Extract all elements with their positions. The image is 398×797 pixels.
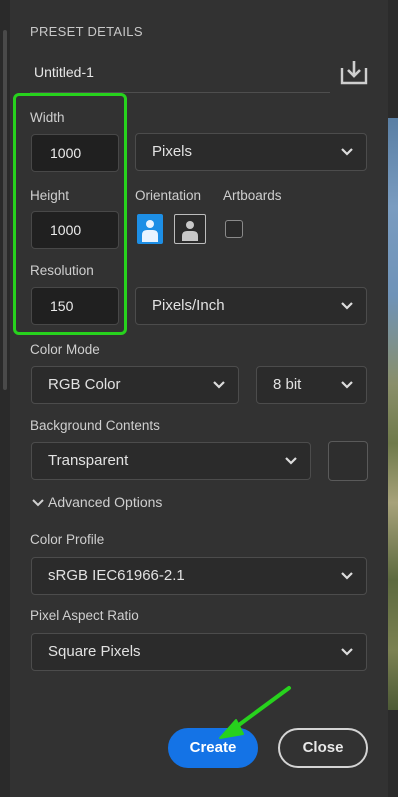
chevron-down-icon <box>341 302 353 310</box>
preset-name-field[interactable]: Untitled-1 <box>34 64 94 80</box>
chevron-down-icon <box>341 648 353 656</box>
canvas-preview-image <box>388 118 398 710</box>
pixel-aspect-ratio-value: Square Pixels <box>48 643 141 660</box>
left-scroll-strip <box>0 0 10 797</box>
preset-details-panel: PRESET DETAILS Untitled-1 Width 1000 Pix… <box>10 0 388 797</box>
portrait-icon <box>142 220 158 242</box>
chevron-down-icon <box>32 499 44 507</box>
chevron-down-icon <box>341 381 353 389</box>
dimensions-highlight-box <box>13 93 127 335</box>
width-unit-value: Pixels <box>152 143 193 160</box>
pixel-aspect-ratio-dropdown[interactable]: Square Pixels <box>31 633 367 671</box>
color-profile-dropdown[interactable]: sRGB IEC61966-2.1 <box>31 557 367 595</box>
advanced-options-toggle[interactable]: Advanced Options <box>32 494 162 510</box>
width-unit-dropdown[interactable]: Pixels <box>135 133 367 171</box>
background-contents-dropdown[interactable]: Transparent <box>31 442 311 480</box>
canvas-preview-strip <box>388 0 398 797</box>
chevron-down-icon <box>341 572 353 580</box>
color-mode-value: RGB Color <box>48 376 121 393</box>
orientation-label: Orientation <box>135 188 202 203</box>
landscape-icon <box>182 221 198 241</box>
close-button[interactable]: Close <box>278 728 368 768</box>
background-contents-label: Background Contents <box>30 418 160 433</box>
resolution-unit-value: Pixels/Inch <box>152 297 225 314</box>
pixel-aspect-ratio-label: Pixel Aspect Ratio <box>30 608 139 623</box>
portrait-orientation-button[interactable] <box>137 214 163 244</box>
bit-depth-value: 8 bit <box>273 376 302 393</box>
background-color-swatch[interactable] <box>328 441 368 481</box>
save-preset-icon[interactable] <box>339 58 369 86</box>
color-profile-label: Color Profile <box>30 532 105 547</box>
chevron-down-icon <box>213 381 225 389</box>
section-title: PRESET DETAILS <box>30 24 143 39</box>
color-mode-dropdown[interactable]: RGB Color <box>31 366 239 404</box>
chevron-down-icon <box>285 457 297 465</box>
chevron-down-icon <box>341 148 353 156</box>
bit-depth-dropdown[interactable]: 8 bit <box>256 366 367 404</box>
artboards-label: Artboards <box>223 188 282 203</box>
background-contents-value: Transparent <box>48 452 129 469</box>
artboards-checkbox[interactable] <box>225 220 243 238</box>
new-document-window: PRESET DETAILS Untitled-1 Width 1000 Pix… <box>0 0 398 797</box>
left-scrollbar[interactable] <box>3 30 7 390</box>
advanced-options-label: Advanced Options <box>48 494 163 510</box>
create-button[interactable]: Create <box>168 728 258 768</box>
resolution-unit-dropdown[interactable]: Pixels/Inch <box>135 287 367 325</box>
color-profile-value: sRGB IEC61966-2.1 <box>48 567 185 584</box>
landscape-orientation-button[interactable] <box>174 214 206 244</box>
color-mode-label: Color Mode <box>30 342 100 357</box>
